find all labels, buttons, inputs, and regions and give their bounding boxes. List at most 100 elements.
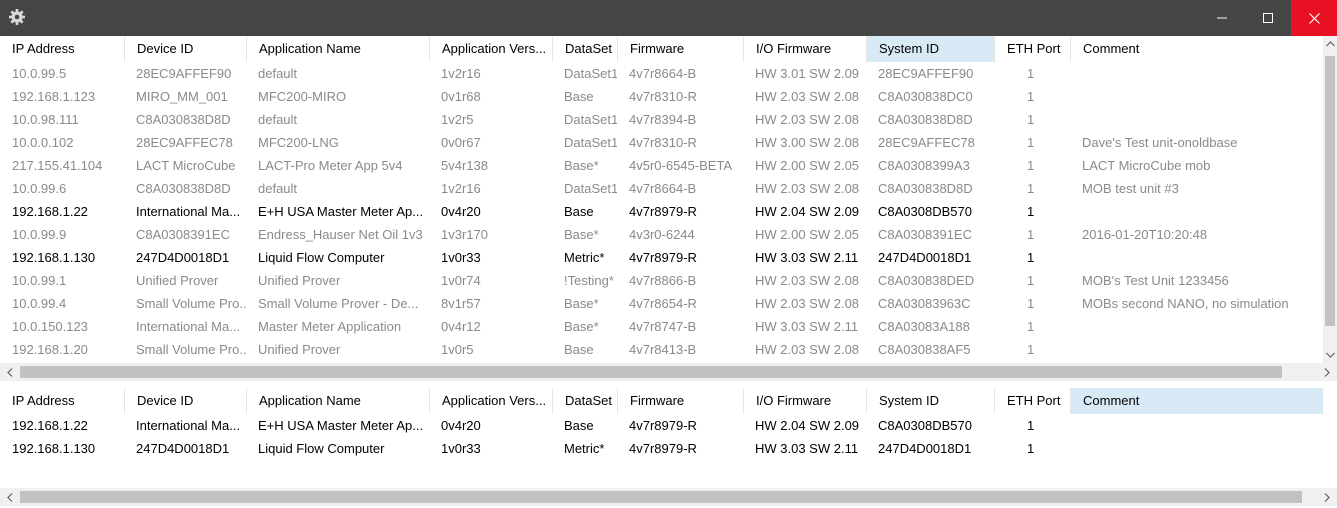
header-firmware[interactable]: Firmware	[617, 388, 743, 414]
cell-comment	[1070, 246, 1323, 269]
cell-device-id: 28EC9AFFEF90	[136, 66, 232, 81]
cell-ip-address: 10.0.99.4	[12, 296, 67, 311]
cell-application-version: 0v0r67	[441, 135, 481, 150]
cell-ip-address: 192.168.1.22	[12, 418, 88, 433]
cell-application-version: 1v3r170	[441, 227, 488, 242]
scroll-right-icon[interactable]	[1319, 363, 1335, 381]
cell-application-version: 1v2r16	[441, 181, 481, 196]
header-application-name[interactable]: Application Name	[246, 388, 429, 414]
header-io-firmware[interactable]: I/O Firmware	[743, 36, 866, 62]
table-row[interactable]: 10.0.99.9 C8A0308391EC Endress_Hauser Net …	[0, 223, 1323, 246]
cell-eth-port: 1	[1027, 227, 1035, 242]
minimize-button[interactable]	[1199, 0, 1245, 36]
horizontal-scroll-thumb[interactable]	[20, 491, 1302, 503]
header-system-id[interactable]: System ID	[866, 388, 994, 414]
cell-application-version: 5v4r138	[441, 158, 488, 173]
cell-eth-port: 1	[1027, 204, 1035, 219]
table-row[interactable]: 192.168.1.22 International Ma... E+H USA M…	[0, 200, 1323, 223]
header-comment[interactable]: Comment	[1070, 388, 1323, 414]
header-firmware[interactable]: Firmware	[617, 36, 743, 62]
cell-firmware: 4v7r8979-R	[629, 441, 697, 456]
header-eth-port[interactable]: ETH Port	[994, 36, 1070, 62]
cell-application-version: 1v0r33	[441, 441, 481, 456]
scroll-right-icon[interactable]	[1319, 488, 1335, 506]
table-row[interactable]: 10.0.0.102 28EC9AFFEC78 MFC200-LNG 0v0r67 Da…	[0, 131, 1323, 154]
cell-device-id: International Ma...	[136, 204, 241, 219]
cell-io-firmware: HW 2.03 SW 2.08	[755, 342, 860, 357]
scroll-left-icon[interactable]	[2, 488, 18, 506]
vertical-scroll-thumb[interactable]	[1325, 56, 1335, 326]
maximize-button[interactable]	[1245, 0, 1291, 36]
cell-firmware: 4v7r8413-B	[629, 342, 697, 357]
cell-io-firmware: HW 3.00 SW 2.08	[755, 135, 860, 150]
table-row[interactable]: 10.0.99.4 Small Volume Pro... Small Volume…	[0, 292, 1323, 315]
cell-eth-port: 1	[1027, 273, 1035, 288]
header-device-id[interactable]: Device ID	[124, 36, 246, 62]
table-row[interactable]: 192.168.1.20 Small Volume Pro... Unified P…	[0, 338, 1323, 361]
cell-application-name: Endress_Hauser Net Oil 1v3	[258, 227, 423, 242]
cell-firmware: 4v7r8310-R	[629, 89, 697, 104]
cell-system-id: C8A030838DED	[878, 273, 975, 288]
cell-eth-port: 1	[1027, 158, 1035, 173]
device-grid-vertical-scrollbar[interactable]	[1323, 36, 1337, 363]
header-dataset[interactable]: DataSet	[552, 36, 617, 62]
cell-system-id: C8A030838AF5	[878, 342, 971, 357]
table-row[interactable]: 10.0.99.5 28EC9AFFEF90 default 1v2r16 DataSe…	[0, 62, 1323, 85]
cell-dataset: Base*	[564, 319, 599, 334]
cell-dataset: Base*	[564, 227, 599, 242]
header-ip-address[interactable]: IP Address	[0, 36, 124, 62]
cell-ip-address: 10.0.150.123	[12, 319, 88, 334]
table-row[interactable]: 192.168.1.130 247D4D0018D1 Liquid Flow Com…	[0, 437, 1323, 460]
header-eth-port[interactable]: ETH Port	[994, 388, 1070, 414]
header-io-firmware[interactable]: I/O Firmware	[743, 388, 866, 414]
table-row[interactable]: 10.0.99.1 Unified Prover Unified Prover 1v0…	[0, 269, 1323, 292]
cell-comment: LACT MicroCube mob	[1082, 158, 1211, 173]
cell-ip-address: 10.0.99.6	[12, 181, 67, 196]
cell-io-firmware: HW 2.00 SW 2.05	[755, 158, 860, 173]
header-application-version[interactable]: Application Vers...	[429, 388, 552, 414]
cell-application-name: default	[258, 66, 298, 81]
cell-comment: 2016-01-20T10:20:48	[1082, 227, 1208, 242]
cell-application-name: MFC200-MIRO	[258, 89, 347, 104]
table-row[interactable]: 192.168.1.22 International Ma... E+H USA M…	[0, 414, 1323, 437]
header-dataset[interactable]: DataSet	[552, 388, 617, 414]
cell-application-version: 0v4r12	[441, 319, 481, 334]
selected-grid-horizontal-scrollbar[interactable]	[0, 488, 1337, 506]
cell-dataset: Metric*	[564, 441, 605, 456]
table-row[interactable]: 192.168.1.123 MIRO_MM_001 MFC200-MIRO 0v1r6…	[0, 85, 1323, 108]
header-system-id[interactable]: System ID	[866, 36, 994, 62]
table-row[interactable]: 10.0.99.6 C8A030838D8D default 1v2r16 DataSe…	[0, 177, 1323, 200]
cell-io-firmware: HW 3.01 SW 2.09	[755, 66, 860, 81]
close-button[interactable]	[1291, 0, 1337, 36]
cell-eth-port: 1	[1027, 181, 1035, 196]
table-row[interactable]: 217.155.41.104 LACT MicroCube LACT-Pro Met…	[0, 154, 1323, 177]
header-device-id[interactable]: Device ID	[124, 388, 246, 414]
cell-comment	[1070, 62, 1323, 85]
cell-application-version: 1v0r33	[441, 250, 481, 265]
cell-io-firmware: HW 2.03 SW 2.08	[755, 181, 860, 196]
header-comment[interactable]: Comment	[1070, 36, 1323, 62]
header-ip-address[interactable]: IP Address	[0, 388, 124, 414]
scroll-left-icon[interactable]	[2, 363, 18, 381]
header-application-version[interactable]: Application Vers...	[429, 36, 552, 62]
scroll-up-icon[interactable]	[1323, 36, 1337, 52]
scroll-down-icon[interactable]	[1323, 347, 1337, 363]
cell-io-firmware: HW 3.03 SW 2.11	[755, 250, 859, 265]
table-row[interactable]: 10.0.150.123 International Ma... Master Me…	[0, 315, 1323, 338]
gear-icon[interactable]	[8, 8, 26, 26]
header-application-name[interactable]: Application Name	[246, 36, 429, 62]
cell-io-firmware: HW 2.04 SW 2.09	[755, 418, 860, 433]
cell-firmware: 4v3r0-6244	[629, 227, 695, 242]
cell-application-version: 1v2r16	[441, 66, 481, 81]
horizontal-scroll-thumb[interactable]	[20, 366, 1282, 378]
cell-eth-port: 1	[1027, 250, 1035, 265]
table-row[interactable]: 10.0.98.111 C8A030838D8D default 1v2r5 DataS…	[0, 108, 1323, 131]
cell-ip-address: 10.0.0.102	[12, 135, 74, 150]
table-row[interactable]: 192.168.1.130 247D4D0018D1 Liquid Flow Com…	[0, 246, 1323, 269]
cell-application-name: E+H USA Master Meter Ap...	[258, 418, 424, 433]
device-grid-horizontal-scrollbar[interactable]	[0, 363, 1337, 381]
cell-device-id: Small Volume Pro...	[136, 342, 246, 357]
cell-device-id: C8A030838D8D	[136, 112, 231, 127]
cell-dataset: DataSet1	[564, 112, 617, 127]
cell-application-version: 0v4r20	[441, 418, 481, 433]
